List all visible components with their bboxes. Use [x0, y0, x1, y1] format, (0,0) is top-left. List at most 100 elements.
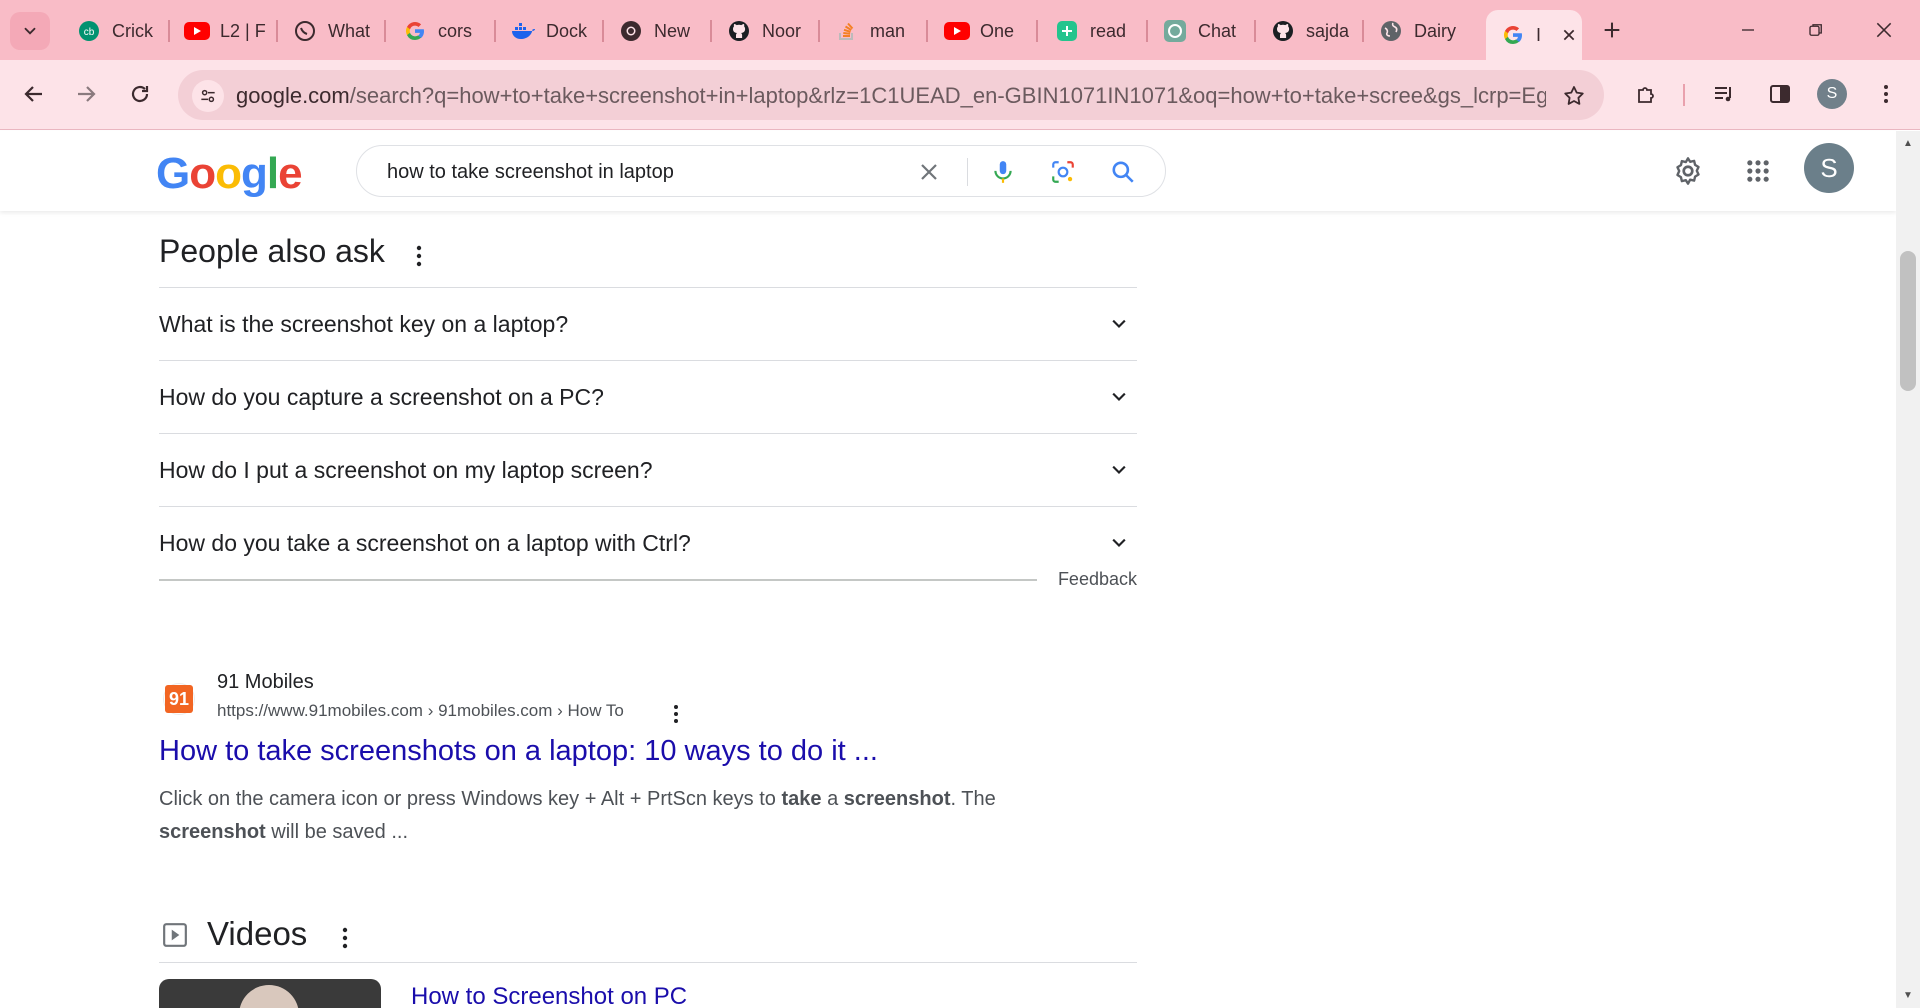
avatar: S — [1817, 79, 1847, 109]
site-favicon[interactable]: 91 — [163, 683, 195, 715]
settings-button[interactable] — [1668, 151, 1708, 191]
tab-dairy[interactable]: Dairy — [1364, 10, 1468, 52]
result-title-link[interactable]: How to take screenshots on a laptop: 10 … — [159, 735, 878, 768]
logo-letter: e — [278, 149, 303, 198]
svg-text:cb: cb — [84, 27, 95, 38]
tab-label: cors — [438, 20, 473, 41]
tab-new[interactable]: New — [604, 10, 708, 52]
google-apps-button[interactable] — [1738, 151, 1778, 191]
tab-l2-f[interactable]: L2 | F — [170, 10, 274, 52]
snippet-text: Click on the camera icon or press Window… — [159, 788, 782, 810]
paa-more-button[interactable] — [409, 243, 429, 269]
forward-button[interactable] — [66, 74, 106, 114]
lens-search-button[interactable] — [1047, 156, 1079, 188]
more-vert-icon — [1884, 85, 1888, 103]
tab-separator — [926, 20, 928, 42]
restore-button[interactable] — [1788, 10, 1844, 50]
tab-label: I — [1536, 24, 1542, 45]
bookmark-star-button[interactable] — [1560, 82, 1588, 110]
new-tab-button[interactable] — [1584, 10, 1640, 50]
reload-button[interactable] — [120, 74, 160, 114]
tab-label: Dock — [546, 20, 588, 41]
tab-man[interactable]: man — [820, 10, 924, 52]
close-window-button[interactable] — [1856, 10, 1912, 50]
microphone-icon — [994, 161, 1012, 183]
voice-search-button[interactable] — [987, 156, 1019, 188]
url-text: google.com/search?q=how+to+take+screensh… — [236, 83, 1546, 109]
readme-icon — [1054, 18, 1080, 44]
paa-question-text: What is the screenshot key on a laptop? — [159, 310, 569, 337]
tune-icon — [201, 89, 215, 103]
media-controls-button[interactable] — [1704, 74, 1744, 114]
snippet-text: . The — [950, 788, 996, 810]
scroll-thumb[interactable] — [1900, 251, 1916, 391]
result-url[interactable]: https://www.91mobiles.com › 91mobiles.co… — [217, 701, 624, 721]
apps-grid-icon — [1747, 160, 1769, 182]
tab-what[interactable]: What — [278, 10, 382, 52]
chrome-menu-button[interactable] — [1866, 74, 1906, 114]
docker-icon — [510, 18, 536, 44]
reload-icon — [131, 85, 149, 103]
search-box[interactable]: how to take screenshot in laptop — [356, 145, 1166, 197]
tab-noor[interactable]: Noor — [712, 10, 816, 52]
close-icon — [921, 164, 937, 180]
logo-letter: o — [189, 149, 216, 198]
logo-letter: l — [266, 149, 279, 198]
tab-one[interactable]: One — [930, 10, 1034, 52]
snippet-text: screenshot — [159, 821, 266, 843]
video-thumbnail[interactable] — [159, 979, 381, 1008]
google-logo[interactable]: Google — [156, 149, 303, 199]
camera-lens-icon — [1052, 161, 1074, 183]
side-panel-button[interactable] — [1760, 74, 1800, 114]
youtube-icon — [184, 18, 210, 44]
paa-question[interactable]: What is the screenshot key on a laptop? — [159, 287, 1137, 360]
close-tab-icon[interactable] — [1558, 24, 1580, 46]
tab-crick[interactable]: cb Crick — [62, 10, 166, 52]
chevron-down-icon — [1107, 531, 1131, 555]
tab-separator — [384, 20, 386, 42]
paa-question[interactable]: How do I put a screenshot on my laptop s… — [159, 433, 1137, 506]
logo-letter: g — [241, 149, 268, 198]
arrow-right-icon — [78, 86, 96, 102]
videos-title: Videos — [207, 915, 308, 952]
tab-sajda[interactable]: sajda — [1256, 10, 1360, 52]
puzzle-icon — [1638, 87, 1654, 103]
video-title-link[interactable]: How to Screenshot on PC — [411, 983, 687, 1008]
minimize-icon — [1742, 29, 1754, 31]
paa-question-text: How do I put a screenshot on my laptop s… — [159, 456, 653, 483]
result-more-button[interactable] — [667, 701, 685, 727]
snippet-text: screenshot — [843, 788, 951, 810]
extensions-button[interactable] — [1626, 74, 1666, 114]
back-button[interactable] — [14, 74, 54, 114]
tab-search-button[interactable] — [10, 12, 50, 50]
paa-question[interactable]: How do you capture a screenshot on a PC? — [159, 360, 1137, 433]
search-input[interactable]: how to take screenshot in laptop — [387, 161, 674, 184]
result-snippet: Click on the camera icon or press Window… — [159, 783, 1059, 849]
minimize-button[interactable] — [1720, 10, 1776, 50]
paa-question-text: How do you take a screenshot on a laptop… — [159, 529, 691, 556]
result-site-name[interactable]: 91 Mobiles — [217, 671, 314, 694]
address-bar[interactable]: google.com/search?q=how+to+take+screensh… — [178, 70, 1604, 120]
feedback-link[interactable]: Feedback — [1058, 569, 1137, 590]
profile-button[interactable]: S — [1812, 74, 1852, 114]
tab-i[interactable]: I — [1486, 10, 1582, 60]
more-vert-icon — [342, 927, 348, 949]
tab-chat[interactable]: Chat — [1148, 10, 1252, 52]
search-submit-button[interactable] — [1107, 156, 1139, 188]
tab-dock[interactable]: Dock — [496, 10, 600, 52]
page-scrollbar[interactable]: ▲ ▼ — [1896, 131, 1920, 1008]
tab-read[interactable]: read — [1040, 10, 1144, 52]
scroll-up-arrow-icon[interactable]: ▲ — [1902, 137, 1914, 149]
google-account-avatar[interactable]: S — [1804, 143, 1854, 193]
tab-label: Dairy — [1414, 20, 1457, 41]
scroll-down-arrow-icon[interactable]: ▼ — [1902, 989, 1914, 1001]
snippet-text: take — [781, 788, 822, 810]
site-info-button[interactable] — [192, 80, 224, 112]
videos-more-button[interactable] — [335, 925, 355, 951]
video-play-icon — [161, 921, 189, 949]
tab-cors[interactable]: cors — [388, 10, 492, 52]
paa-question[interactable]: How do you take a screenshot on a laptop… — [159, 506, 1137, 579]
clear-search-button[interactable] — [913, 156, 945, 188]
paa-feedback-row: Feedback — [159, 569, 1137, 629]
more-vert-icon — [674, 705, 678, 723]
